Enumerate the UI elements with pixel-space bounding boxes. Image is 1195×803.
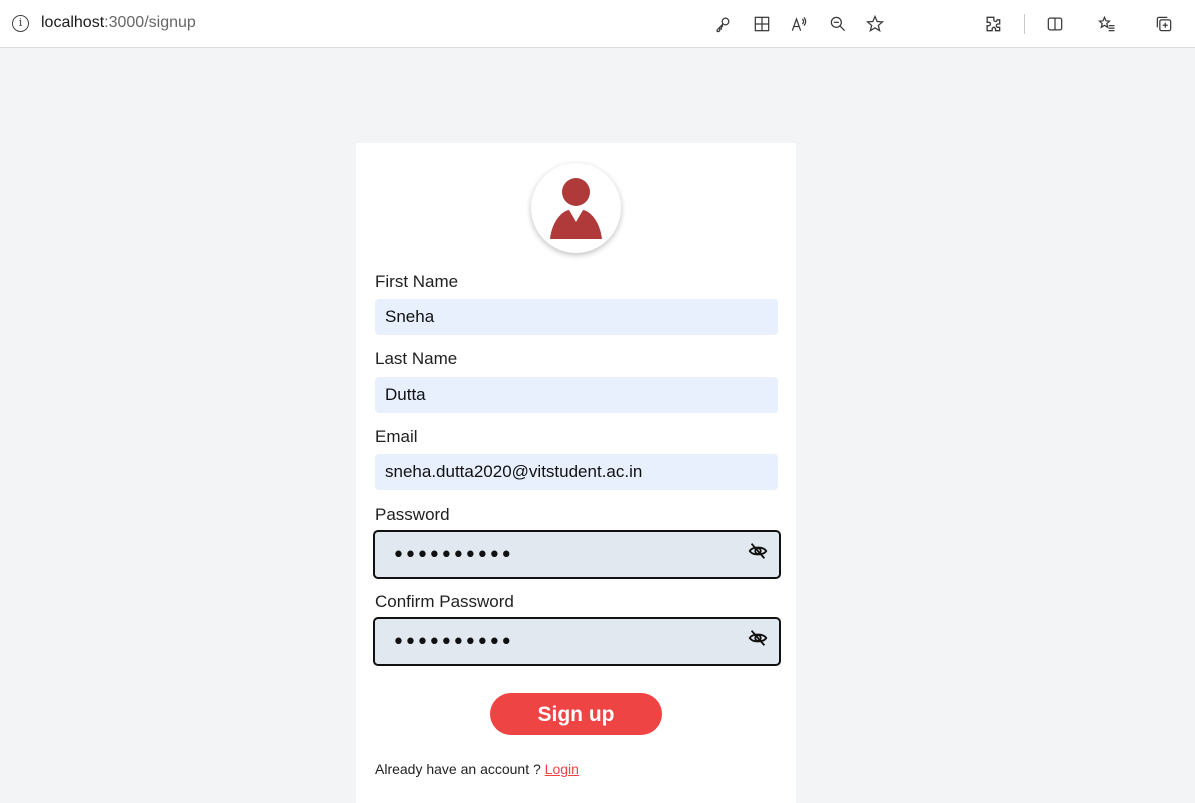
favorite-star-icon[interactable]: [863, 12, 887, 36]
eye-off-icon[interactable]: [747, 540, 769, 562]
browser-toolbar: i localhost:3000/signup: [0, 0, 1195, 48]
password-value: ••••••••••: [392, 543, 513, 568]
address-bar[interactable]: localhost:3000/signup: [41, 14, 196, 32]
split-screen-icon[interactable]: [1043, 12, 1067, 36]
favorites-list-icon[interactable]: [1095, 12, 1119, 36]
avatar: [531, 163, 621, 253]
page-background: First Name Last Name Email Password ••••…: [6, 48, 1195, 803]
url-path: :3000/signup: [104, 14, 196, 31]
last-name-label: Last Name: [375, 349, 458, 368]
key-icon[interactable]: [711, 12, 735, 36]
login-prompt-text: Already have an account ?: [375, 761, 545, 777]
password-label: Password: [375, 505, 450, 524]
login-prompt: Already have an account ? Login: [375, 761, 579, 777]
login-link[interactable]: Login: [545, 761, 579, 777]
last-name-input[interactable]: [375, 377, 778, 413]
user-avatar-icon: [550, 178, 602, 239]
url-host: localhost: [41, 14, 105, 31]
signup-card: First Name Last Name Email Password ••••…: [356, 143, 796, 803]
signup-button[interactable]: Sign up: [490, 693, 662, 735]
eye-off-icon[interactable]: [747, 627, 769, 649]
email-input[interactable]: [375, 454, 778, 490]
collections-icon[interactable]: [1152, 12, 1176, 36]
password-input[interactable]: ••••••••••: [373, 530, 781, 579]
first-name-input[interactable]: [375, 299, 778, 335]
read-aloud-icon[interactable]: [787, 12, 811, 36]
extensions-icon[interactable]: [981, 12, 1005, 36]
zoom-out-icon[interactable]: [826, 12, 850, 36]
confirm-password-value: ••••••••••: [392, 630, 513, 655]
confirm-password-input[interactable]: ••••••••••: [373, 617, 781, 666]
grid-add-icon[interactable]: [750, 12, 774, 36]
confirm-password-label: Confirm Password: [375, 592, 514, 611]
info-icon[interactable]: i: [12, 15, 29, 32]
email-label: Email: [375, 427, 418, 446]
first-name-label: First Name: [375, 272, 459, 291]
toolbar-divider: [1024, 14, 1025, 34]
